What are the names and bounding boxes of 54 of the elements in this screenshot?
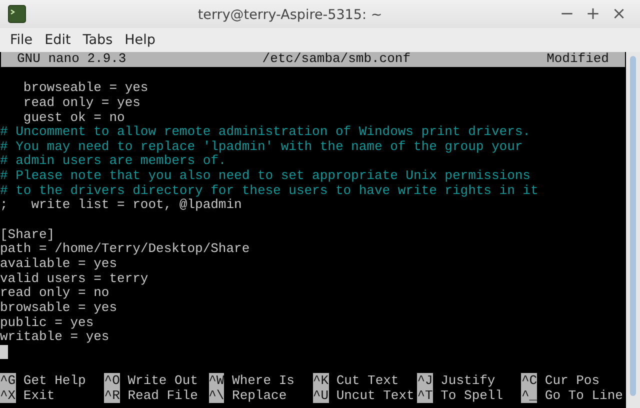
code-line: available = yes: [0, 256, 118, 271]
window-title: terry@terry-Aspire-5315: ~: [198, 7, 382, 23]
shortcut-key: ^G: [0, 373, 16, 388]
code-line: guest ok = no: [22, 110, 125, 125]
shortcut-label: Where Is: [232, 373, 294, 388]
shortcut-key: ^J: [417, 373, 433, 388]
terminal-icon: [8, 5, 26, 23]
maximize-button[interactable]: +: [580, 2, 606, 26]
shortcut-label: To Spell: [440, 388, 504, 403]
shortcut-label: Read File: [128, 388, 198, 403]
shortcut-label: Go To Line: [544, 388, 623, 403]
code-line: browsable = yes: [0, 300, 118, 315]
comment-line: # Uncomment to allow remote administration of Windows print drivers.: [0, 124, 530, 140]
close-button[interactable]: ×: [606, 2, 632, 26]
comment-line: # Please note that you also need to set appropriate Unix permissions: [0, 168, 530, 184]
comment-line: # admin users are members of.: [0, 153, 226, 168]
menu-item[interactable]: Edit: [38, 30, 77, 50]
shortcut-label: Uncut Text: [336, 388, 414, 403]
code-line: valid users = terry: [0, 270, 148, 286]
shortcut-key: ^_: [521, 388, 538, 403]
code-line: read only = yes: [22, 94, 140, 110]
file-name: /etc/samba/smb.conf: [262, 52, 411, 67]
scrollbar[interactable]: [626, 52, 640, 408]
menu-item[interactable]: Tabs: [76, 30, 119, 50]
menu-item[interactable]: Help: [118, 30, 162, 50]
comment-line: # You may need to replace 'lpadmin' with the name of the group your: [0, 138, 523, 154]
code-line: [Share]: [0, 226, 55, 242]
shortcut-key: ^U: [312, 388, 328, 403]
shortcut-key: ^R: [104, 388, 120, 403]
shortcut-key: ^K: [312, 373, 328, 388]
shortcut-label: Replace: [232, 388, 287, 403]
shortcut-key: ^T: [417, 388, 433, 403]
shortcut-key: ^X: [0, 388, 16, 403]
shortcut-label: Exit: [23, 388, 55, 403]
shortcut-label: Get Help: [23, 373, 86, 388]
menu-item[interactable]: File: [4, 30, 39, 50]
code-line: browseable = yes: [22, 80, 148, 96]
shortcut-label: Justify: [440, 373, 496, 388]
shortcut-label: Write Out: [128, 373, 198, 388]
minimize-button[interactable]: −: [554, 2, 580, 26]
code-line: public = yes: [0, 314, 94, 330]
modified-status: Modified: [546, 52, 609, 67]
shortcut-label: Cut Text: [336, 373, 399, 388]
comment-line: # to the drivers directory for these users to have write rights in it: [0, 182, 538, 198]
code-line: read only = no: [0, 285, 110, 300]
shortcut-key: ^O: [104, 373, 120, 388]
code-line: writable = yes: [0, 329, 110, 344]
shortcut-label: Cur Pos: [544, 373, 600, 388]
editor-version: GNU nano 2.9.3: [17, 52, 126, 67]
text-cursor: [0, 344, 8, 359]
code-line: path = /home/Terry/Desktop/Share: [0, 241, 250, 256]
shortcut-key: ^C: [521, 373, 538, 388]
code-line: ; write list = root, @lpadmin: [0, 197, 242, 212]
shortcut-key: ^\: [208, 388, 224, 403]
